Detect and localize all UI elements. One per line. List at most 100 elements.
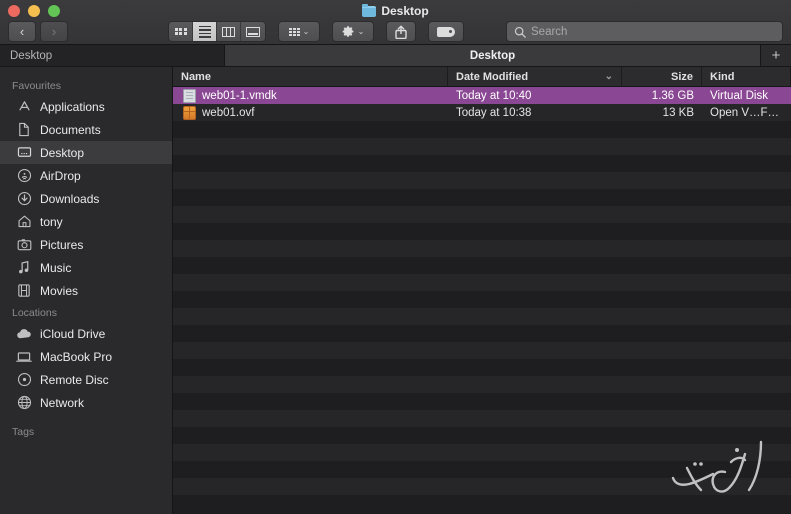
sidebar-item-music[interactable]: Music: [0, 256, 172, 279]
empty-row: [173, 376, 791, 393]
sidebar-item-pictures[interactable]: Pictures: [0, 233, 172, 256]
empty-row: [173, 308, 791, 325]
sidebar-item-desktop[interactable]: Desktop: [0, 141, 172, 164]
empty-row: [173, 240, 791, 257]
list-icon: [198, 25, 211, 38]
share-button[interactable]: [386, 21, 416, 42]
empty-row: [173, 121, 791, 138]
grid-icon: [174, 27, 187, 36]
chevron-down-icon: ⌄: [302, 26, 310, 36]
empty-row: [173, 342, 791, 359]
share-icon: [395, 25, 407, 39]
file-kind-cell: Virtual Disk: [710, 89, 768, 102]
column-header-kind[interactable]: Kind: [702, 67, 791, 86]
sidebar-item-icloud-drive[interactable]: iCloud Drive: [0, 322, 172, 345]
finder-window: Desktop ‹ › ⌄ ⌄ Search Desktop Desktop +…: [0, 0, 791, 514]
forward-button[interactable]: ›: [40, 21, 68, 42]
file-kind-cell: Open V…Format: [710, 106, 791, 119]
column-header-date-modified[interactable]: Date Modified ⌄: [448, 67, 622, 86]
empty-row: [173, 325, 791, 342]
sidebar-item-tony[interactable]: tony: [0, 210, 172, 233]
sidebar-group-locations-title: Locations: [12, 307, 57, 319]
window-title: Desktop: [0, 3, 791, 19]
documents-icon: [16, 122, 32, 138]
tab-desktop-1[interactable]: Desktop: [0, 45, 225, 66]
pictures-icon: [16, 237, 32, 253]
gallery-view-button[interactable]: [241, 22, 265, 41]
back-button[interactable]: ‹: [8, 21, 36, 42]
table-row[interactable]: web01-1.vmdk Today at 10:40 1.36 GB Virt…: [173, 87, 791, 104]
sidebar: Favourites Applications Documents Deskto…: [0, 67, 173, 514]
icon-view-button[interactable]: [169, 22, 193, 41]
file-size-cell: 1.36 GB: [651, 89, 694, 102]
empty-row: [173, 223, 791, 240]
group-by-icon: [288, 27, 300, 36]
sidebar-item-label: tony: [40, 214, 63, 229]
toolbar: ‹ › ⌄ ⌄ Search: [0, 19, 791, 44]
file-size-cell: 13 KB: [662, 106, 694, 119]
sidebar-item-documents[interactable]: Documents: [0, 118, 172, 141]
empty-row: [173, 444, 791, 461]
list-view-button[interactable]: [193, 22, 217, 41]
sidebar-item-movies[interactable]: Movies: [0, 279, 172, 302]
disc-icon: [16, 372, 32, 388]
file-date-cell: Today at 10:40: [456, 89, 532, 102]
empty-row: [173, 189, 791, 206]
sidebar-item-label: AirDrop: [40, 168, 81, 183]
downloads-icon: [16, 191, 32, 207]
sidebar-item-label: Applications: [40, 99, 105, 114]
empty-row: [173, 155, 791, 172]
empty-row: [173, 478, 791, 495]
window-controls: [8, 5, 60, 17]
empty-row: [173, 410, 791, 427]
package-icon: [183, 105, 196, 120]
tab-bar: Desktop Desktop +: [0, 45, 791, 67]
window-body: Favourites Applications Documents Deskto…: [0, 67, 791, 514]
document-icon: [183, 88, 196, 103]
search-icon: [514, 26, 526, 38]
table-row[interactable]: web01.ovf Today at 10:38 13 KB Open V…Fo…: [173, 104, 791, 121]
sidebar-item-remote-disc[interactable]: Remote Disc: [0, 368, 172, 391]
sidebar-item-downloads[interactable]: Downloads: [0, 187, 172, 210]
group-by-button[interactable]: ⌄: [278, 21, 320, 42]
tag-icon: [437, 26, 455, 37]
sort-chevron-icon: ⌄: [604, 70, 613, 82]
minimize-button[interactable]: [28, 5, 40, 17]
close-button[interactable]: [8, 5, 20, 17]
column-header-size[interactable]: Size: [622, 67, 702, 86]
empty-row: [173, 359, 791, 376]
empty-row: [173, 291, 791, 308]
column-view-button[interactable]: [217, 22, 241, 41]
action-menu-button[interactable]: ⌄: [332, 21, 374, 42]
sidebar-item-label: iCloud Drive: [40, 326, 106, 341]
file-name-text: web01.ovf: [202, 106, 255, 119]
zoom-button[interactable]: [48, 5, 60, 17]
window-title-text: Desktop: [381, 4, 429, 18]
sidebar-item-applications[interactable]: Applications: [0, 95, 172, 118]
gear-icon: [342, 26, 354, 37]
home-icon: [16, 214, 32, 230]
empty-row: [173, 274, 791, 291]
tab-desktop-2[interactable]: Desktop: [225, 45, 761, 66]
sidebar-item-macbook-pro[interactable]: MacBook Pro: [0, 345, 172, 368]
column-header-name[interactable]: Name: [173, 67, 448, 86]
sidebar-item-label: Documents: [40, 122, 101, 137]
sidebar-item-label: Remote Disc: [40, 372, 109, 387]
sidebar-item-label: Pictures: [40, 237, 84, 252]
empty-row: [173, 257, 791, 274]
network-icon: [16, 395, 32, 411]
folder-icon: [362, 3, 377, 17]
laptop-icon: [16, 349, 32, 365]
sidebar-item-network[interactable]: Network: [0, 391, 172, 414]
columns-icon: [222, 26, 235, 37]
search-field[interactable]: Search: [506, 21, 783, 42]
file-name-cell: web01-1.vmdk: [173, 88, 448, 103]
sidebar-item-airdrop[interactable]: AirDrop: [0, 164, 172, 187]
empty-row: [173, 206, 791, 223]
sidebar-group-tags-title: Tags: [12, 426, 35, 438]
movies-icon: [16, 283, 32, 299]
tag-button[interactable]: [428, 21, 464, 42]
file-name-text: web01-1.vmdk: [202, 89, 277, 102]
search-placeholder: Search: [531, 25, 568, 38]
new-tab-button[interactable]: +: [761, 45, 791, 66]
